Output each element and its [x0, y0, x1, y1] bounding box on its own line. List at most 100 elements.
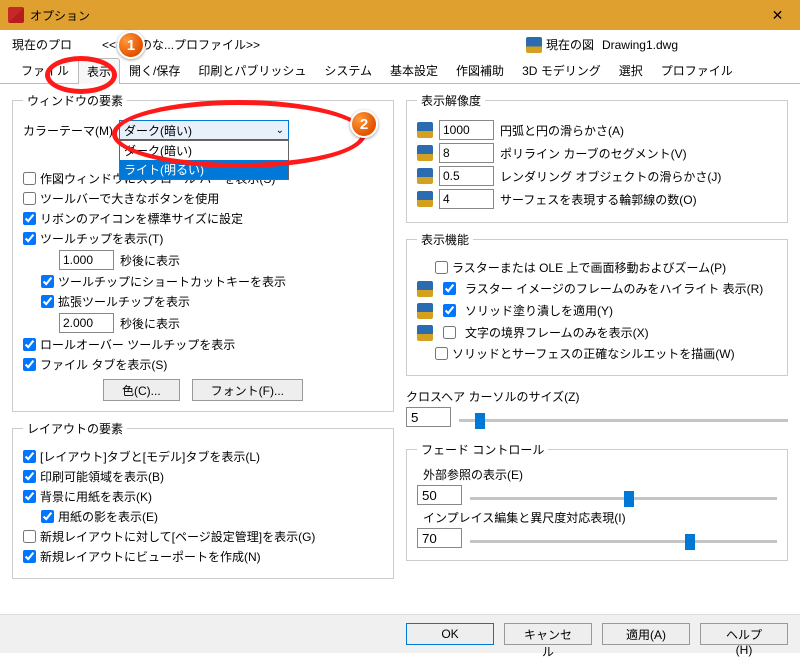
surface-contour-label: サーフェスを表現する輪郭線の数(O) [500, 191, 697, 208]
inplace-fade-slider[interactable] [470, 540, 777, 543]
chk-text-frame-only[interactable] [443, 326, 456, 339]
help-button[interactable]: ヘルプ(H) [700, 623, 788, 645]
drawing-name: Drawing1.dwg [602, 38, 678, 52]
render-smoothness-input[interactable] [439, 166, 494, 186]
tab-5[interactable]: 基本設定 [381, 57, 447, 83]
ext-tooltip-delay-suffix: 秒後に表示 [120, 315, 180, 332]
chk-page-setup-new-label: 新規レイアウトに対して[ページ設定管理]を表示(G) [40, 528, 315, 545]
tab-0[interactable]: ファイル [12, 57, 78, 83]
drawing-var-icon [417, 122, 433, 138]
cancel-button[interactable]: キャンセル [504, 623, 592, 645]
tab-9[interactable]: プロファイル [652, 57, 742, 83]
xref-fade-slider[interactable] [470, 497, 777, 500]
chk-printable-area-label: 印刷可能領域を表示(B) [40, 468, 164, 485]
chk-tooltips-label: ツールチップを表示(T) [40, 230, 163, 247]
surface-contour-input[interactable] [439, 189, 494, 209]
window-title: オプション [30, 7, 90, 24]
chk-solid-fill[interactable] [443, 304, 456, 317]
chk-file-tabs-label: ファイル タブを表示(S) [40, 356, 167, 373]
layout-elements-legend: レイアウトの要素 [23, 420, 127, 437]
drawing-var-icon [417, 303, 433, 319]
ok-button[interactable]: OK [406, 623, 494, 645]
chk-silhouette[interactable] [435, 347, 448, 360]
chk-ribbon-standard-label: リボンのアイコンを標準サイズに設定 [40, 210, 243, 227]
current-profile-label: 現在のプロ [12, 36, 72, 53]
inplace-fade-thumb[interactable] [685, 534, 695, 550]
drawing-var-icon [417, 168, 433, 184]
content: ウィンドウの要素 カラーテーマ(M) ダーク(暗い) ⌄ ダーク(暗い) ライト… [0, 84, 800, 587]
drawing-var-icon [417, 325, 433, 341]
profile-row: 現在のプロ <<名前のな...プロファイル>> 現在の図 Drawing1.dw… [0, 30, 800, 57]
chk-large-buttons-label: ツールバーで大きなボタンを使用 [40, 190, 219, 207]
xref-fade-label: 外部参照の表示(E) [423, 466, 777, 483]
right-column: 表示解像度 円弧と円の滑らかさ(A) ポリライン カーブのセグメント(V) レン… [406, 92, 788, 579]
chk-raster-pan-zoom[interactable] [435, 261, 448, 274]
tab-2[interactable]: 開く/保存 [120, 57, 189, 83]
chk-paper-shadow-label: 用紙の影を表示(E) [58, 508, 158, 525]
chk-paper-bg[interactable] [23, 490, 36, 503]
chk-tooltip-shortcut[interactable] [41, 275, 54, 288]
chk-layout-model-tabs[interactable] [23, 450, 36, 463]
tooltip-delay-input[interactable] [59, 250, 114, 270]
chk-viewport-new[interactable] [23, 550, 36, 563]
xref-fade-thumb[interactable] [624, 491, 634, 507]
theme-option-light[interactable]: ライト(明るい) [120, 160, 288, 179]
pline-segments-label: ポリライン カーブのセグメント(V) [500, 145, 687, 162]
color-theme-label: カラーテーマ(M) [23, 122, 113, 139]
chk-raster-frame-only-label: ラスター イメージのフレームのみをハイライト 表示(R) [465, 280, 763, 297]
chk-ribbon-standard[interactable] [23, 212, 36, 225]
chk-rollover-tooltip[interactable] [23, 338, 36, 351]
tab-3[interactable]: 印刷とパブリッシュ [189, 57, 315, 83]
ext-tooltip-delay-input[interactable] [59, 313, 114, 333]
chk-layout-model-tabs-label: [レイアウト]タブと[モデル]タブを表示(L) [40, 448, 260, 465]
chk-file-tabs[interactable] [23, 358, 36, 371]
arc-smoothness-label: 円弧と円の滑らかさ(A) [500, 122, 624, 139]
chk-paper-shadow[interactable] [41, 510, 54, 523]
drawing-var-icon [417, 281, 433, 297]
crosshair-slider[interactable] [459, 419, 788, 422]
chk-large-buttons[interactable] [23, 192, 36, 205]
chk-ext-tooltip-label: 拡張ツールチップを表示 [58, 293, 190, 310]
drawing-icon [526, 37, 542, 53]
crosshair-slider-thumb[interactable] [475, 413, 485, 429]
footer-bar: OK キャンセル 適用(A) ヘルプ(H) [0, 614, 800, 653]
chk-printable-area[interactable] [23, 470, 36, 483]
tab-1[interactable]: 表示 [78, 58, 120, 84]
chk-page-setup-new[interactable] [23, 530, 36, 543]
perf-legend: 表示機能 [417, 231, 473, 248]
pline-segments-input[interactable] [439, 143, 494, 163]
color-theme-selected: ダーク(暗い) [124, 122, 192, 139]
tab-4[interactable]: システム [315, 57, 381, 83]
chk-silhouette-label: ソリッドとサーフェスの正確なシルエットを描画(W) [452, 345, 735, 362]
chk-raster-frame-only[interactable] [443, 282, 456, 295]
arc-smoothness-input[interactable] [439, 120, 494, 140]
app-icon [8, 7, 24, 23]
fonts-button[interactable]: フォント(F)... [192, 379, 303, 401]
tab-7[interactable]: 3D モデリング [513, 57, 610, 83]
apply-button[interactable]: 適用(A) [602, 623, 690, 645]
color-theme-select[interactable]: ダーク(暗い) ⌄ ダーク(暗い) ライト(明るい) [119, 120, 289, 140]
current-drawing-label: 現在の図 [546, 36, 594, 53]
xref-fade-input[interactable] [417, 485, 462, 505]
drawing-var-icon [417, 145, 433, 161]
close-button[interactable]: ✕ [755, 0, 800, 30]
tab-6[interactable]: 作図補助 [447, 57, 513, 83]
chk-tooltip-shortcut-label: ツールチップにショートカットキーを表示 [58, 273, 286, 290]
colors-button[interactable]: 色(C)... [103, 379, 180, 401]
chk-raster-pan-zoom-label: ラスターまたは OLE 上で画面移動およびズーム(P) [452, 259, 726, 276]
drawing-var-icon [417, 191, 433, 207]
color-theme-dropdown: ダーク(暗い) ライト(明るい) [119, 140, 289, 180]
profile-name: <<名前のな...プロファイル>> [102, 36, 260, 53]
chk-tooltips[interactable] [23, 232, 36, 245]
theme-option-dark[interactable]: ダーク(暗い) [120, 141, 288, 160]
tab-8[interactable]: 選択 [610, 57, 652, 83]
crosshair-value-input[interactable] [406, 407, 451, 427]
chk-solid-fill-label: ソリッド塗り潰しを適用(Y) [465, 302, 613, 319]
resolution-group: 表示解像度 円弧と円の滑らかさ(A) ポリライン カーブのセグメント(V) レン… [406, 92, 788, 223]
chk-ext-tooltip[interactable] [41, 295, 54, 308]
chk-scrollbar[interactable] [23, 172, 36, 185]
perf-group: 表示機能 ラスターまたは OLE 上で画面移動およびズーム(P) ラスター イメ… [406, 231, 788, 376]
inplace-fade-input[interactable] [417, 528, 462, 548]
titlebar: オプション ✕ [0, 0, 800, 30]
window-elements-group: ウィンドウの要素 カラーテーマ(M) ダーク(暗い) ⌄ ダーク(暗い) ライト… [12, 92, 394, 412]
